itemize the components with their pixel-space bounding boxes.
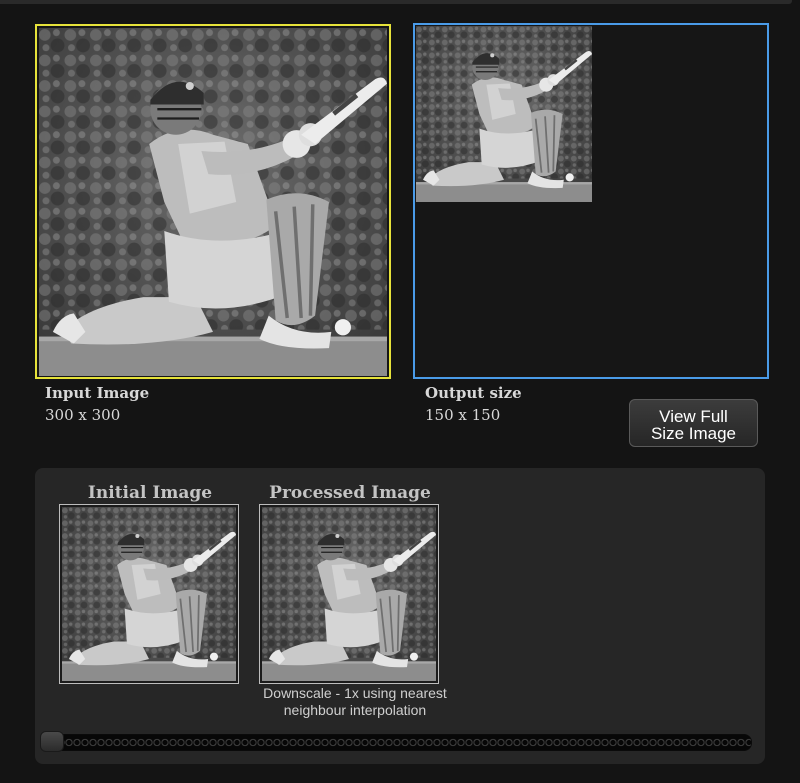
output-size-value: 150 x 150 bbox=[425, 406, 501, 424]
output-size-title: Output size bbox=[425, 384, 522, 402]
output-image-panel bbox=[413, 23, 769, 379]
processed-image-description: Downscale - 1x using nearest neighbour i… bbox=[263, 685, 447, 718]
view-full-size-button[interactable]: View Full Size Image bbox=[629, 399, 758, 447]
input-image-size: 300 x 300 bbox=[45, 406, 121, 424]
processed-image bbox=[262, 507, 436, 681]
input-image-panel bbox=[35, 24, 391, 379]
top-bar bbox=[0, 0, 792, 4]
processed-image-thumbnail[interactable] bbox=[259, 504, 439, 684]
input-image-title: Input Image bbox=[45, 384, 150, 402]
output-image bbox=[416, 26, 592, 202]
initial-image-thumbnail[interactable] bbox=[59, 504, 239, 684]
input-image bbox=[39, 28, 387, 376]
view-full-size-label-line2: Size Image bbox=[650, 424, 737, 443]
scale-slider-track[interactable] bbox=[40, 734, 752, 751]
initial-image-title: Initial Image bbox=[87, 483, 213, 503]
downscale-app: Input Image 300 x 300 Output size 150 x … bbox=[0, 0, 800, 783]
view-full-size-label-line1: View Full bbox=[659, 407, 728, 426]
initial-image bbox=[62, 507, 236, 681]
processed-image-title: Processed Image bbox=[269, 483, 431, 503]
scale-slider-handle[interactable] bbox=[40, 731, 64, 752]
processing-panel: Initial Image Processed Image Downscale … bbox=[35, 468, 765, 764]
